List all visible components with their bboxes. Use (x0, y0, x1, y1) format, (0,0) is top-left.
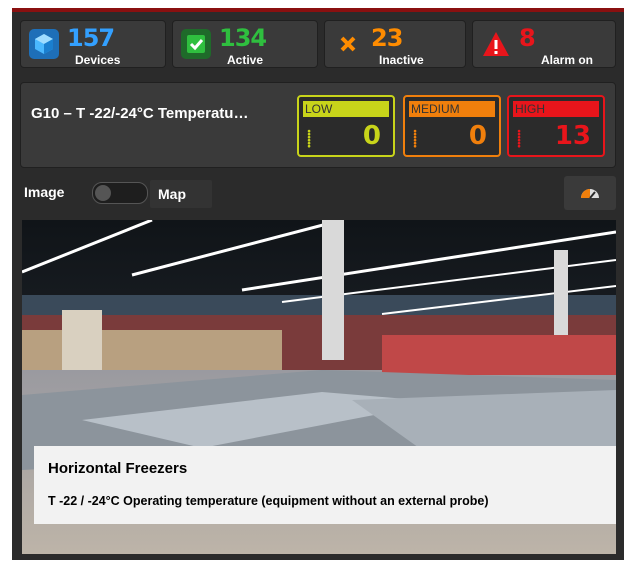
level-low-count: 0 (362, 121, 381, 151)
alarm-count: 8 (519, 24, 536, 52)
map-option-label[interactable]: Map (158, 186, 186, 202)
inactive-label: Inactive (379, 53, 424, 67)
thermometer-icon: ⸽ (517, 131, 522, 148)
inactive-count: 23 (371, 24, 403, 52)
level-medium[interactable]: MEDIUM ⸽ 0 (403, 95, 501, 157)
devices-count: 157 (67, 24, 115, 52)
level-high-label: HIGH (513, 101, 599, 117)
stat-alarm[interactable]: 8 Alarm on (472, 20, 616, 68)
view-toggle-switch[interactable] (92, 182, 148, 204)
device-header: G10 – T -22/-24°C Temperatu… LOW ⸽ 0 MED… (20, 82, 616, 168)
caption-title: Horizontal Freezers (48, 460, 188, 477)
stat-devices[interactable]: 157 Devices (20, 20, 166, 68)
warning-icon (481, 29, 511, 59)
active-count: 134 (219, 24, 267, 52)
stat-inactive[interactable]: 23 Inactive (324, 20, 466, 68)
level-medium-count: 0 (468, 121, 487, 151)
thermometer-icon: ⸽ (307, 131, 312, 148)
level-high[interactable]: HIGH ⸽ 13 (507, 95, 605, 157)
x-icon (333, 29, 363, 59)
checkbox-icon (181, 29, 211, 59)
gauge-icon (581, 189, 599, 199)
image-option-label[interactable]: Image (24, 184, 64, 200)
stat-active[interactable]: 134 Active (172, 20, 318, 68)
gauge-button[interactable] (564, 176, 616, 210)
level-low-label: LOW (303, 101, 389, 117)
caption-subtitle: T -22 / -24°C Operating temperature (equ… (48, 494, 489, 508)
caption-box: Horizontal Freezers T -22 / -24°C Operat… (34, 446, 616, 524)
devices-label: Devices (75, 53, 121, 67)
device-title[interactable]: G10 – T -22/-24°C Temperatu… (31, 105, 248, 122)
thermometer-icon: ⸽ (413, 131, 418, 148)
level-high-count: 13 (554, 121, 591, 151)
alarm-label: Alarm on (541, 53, 594, 67)
view-toggle-row: Image Map (12, 176, 624, 212)
toggle-knob (95, 185, 111, 201)
active-label: Active (227, 53, 264, 67)
level-low[interactable]: LOW ⸽ 0 (297, 95, 395, 157)
level-medium-label: MEDIUM (409, 101, 495, 117)
cube-icon (29, 29, 59, 59)
